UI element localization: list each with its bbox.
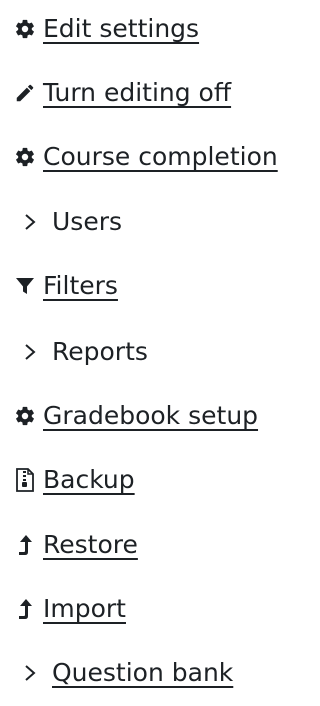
turn-editing-off-link[interactable]: Turn editing off — [43, 73, 231, 113]
menu-item-import[interactable]: Import — [0, 589, 126, 629]
menu-item-backup[interactable]: Backup — [0, 460, 135, 500]
import-link[interactable]: Import — [43, 589, 126, 629]
menu-item-users[interactable]: Users — [0, 202, 122, 242]
filter-icon — [13, 266, 37, 306]
menu-item-edit-settings[interactable]: Edit settings — [0, 9, 199, 49]
gear-icon — [13, 9, 37, 49]
backup-link[interactable]: Backup — [43, 460, 135, 500]
menu-item-reports[interactable]: Reports — [0, 332, 148, 372]
level-up-icon — [13, 589, 37, 629]
restore-link[interactable]: Restore — [43, 525, 138, 565]
file-archive-icon — [13, 460, 37, 500]
pencil-icon — [13, 73, 37, 113]
level-up-icon — [13, 525, 37, 565]
reports-label: Reports — [52, 337, 148, 366]
gradebook-setup-link[interactable]: Gradebook setup — [43, 396, 258, 436]
filters-link[interactable]: Filters — [43, 266, 118, 306]
chevron-right-icon — [16, 653, 44, 693]
menu-item-turn-editing-off[interactable]: Turn editing off — [0, 73, 231, 113]
gear-icon — [13, 137, 37, 177]
menu-item-course-completion[interactable]: Course completion — [0, 137, 278, 177]
course-completion-link[interactable]: Course completion — [43, 137, 278, 177]
gear-icon — [13, 396, 37, 436]
menu-item-question-bank[interactable]: Question bank — [0, 653, 233, 693]
chevron-right-icon — [16, 202, 44, 242]
menu-item-restore[interactable]: Restore — [0, 525, 138, 565]
chevron-right-icon — [16, 332, 44, 372]
course-administration-menu: Edit settings Turn editing off Course co… — [0, 0, 317, 706]
users-label: Users — [52, 207, 123, 236]
menu-item-gradebook-setup[interactable]: Gradebook setup — [0, 396, 258, 436]
menu-item-filters[interactable]: Filters — [0, 266, 118, 306]
question-bank-link[interactable]: Question bank — [52, 653, 233, 693]
edit-settings-link[interactable]: Edit settings — [43, 9, 199, 49]
